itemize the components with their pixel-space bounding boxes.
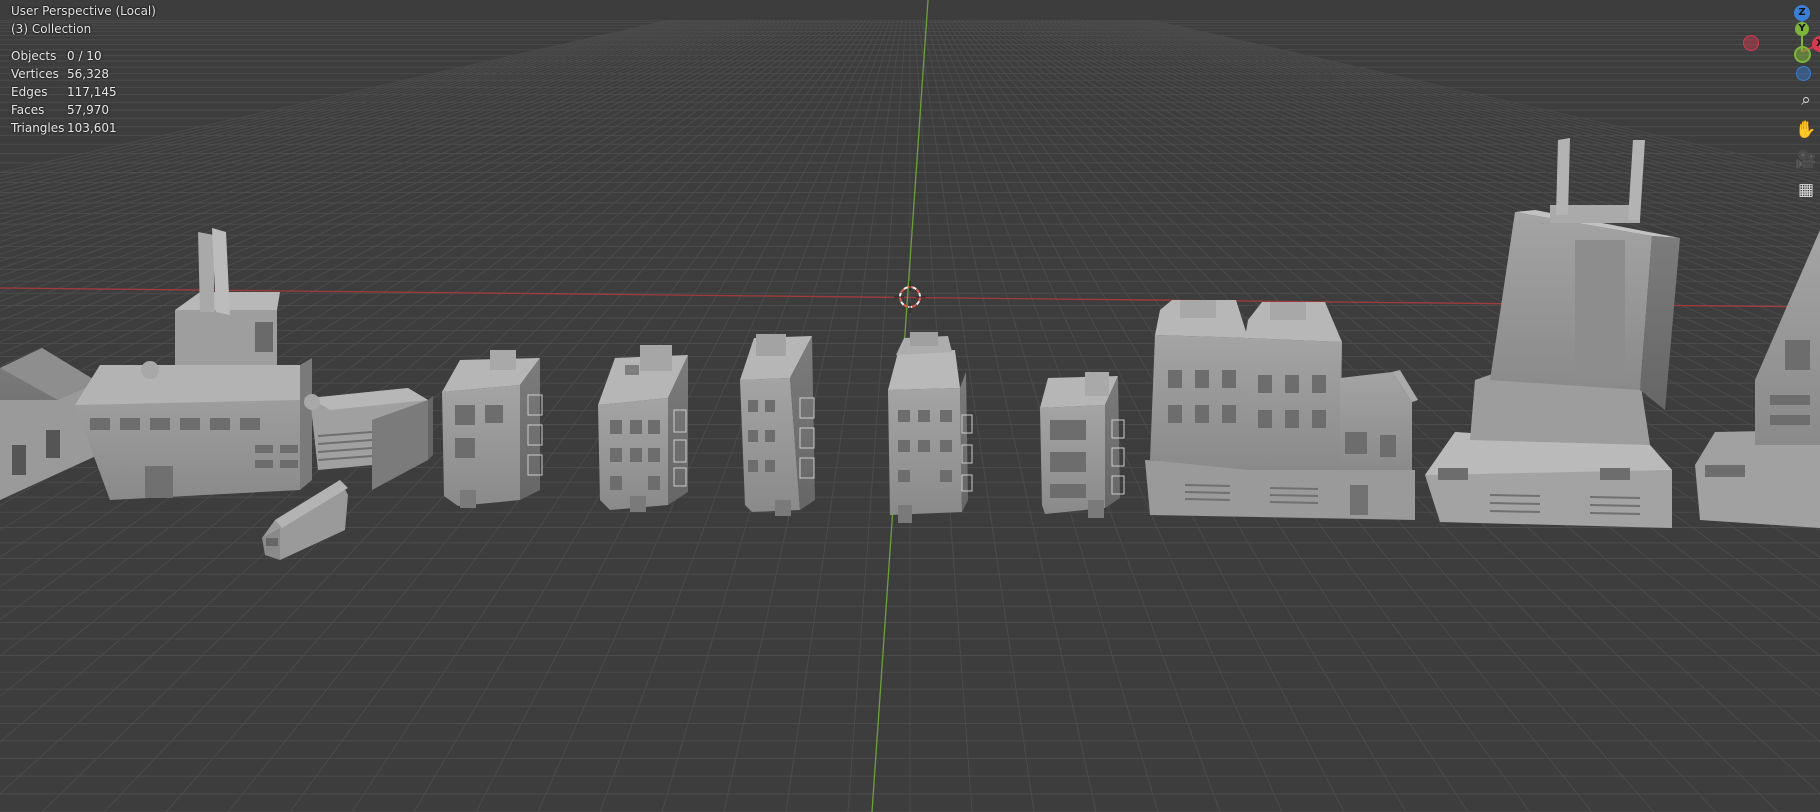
stat-label: Faces — [11, 103, 45, 117]
building-factory[interactable] — [75, 228, 433, 500]
stat-row-edges: Edges 117,145 — [11, 83, 117, 101]
building-tower-partial[interactable] — [1695, 230, 1820, 528]
stat-value: 57,970 — [67, 103, 109, 117]
pan-hand-icon[interactable]: ✋ — [1792, 116, 1820, 144]
stat-label: Vertices — [11, 67, 59, 81]
stat-row-faces: Faces 57,970 — [11, 101, 117, 119]
collection-label: (3) Collection — [11, 22, 92, 36]
stat-value: 0 / 10 — [67, 49, 102, 63]
building-apartment-center[interactable] — [888, 332, 973, 523]
vehicle-truck[interactable] — [262, 480, 348, 560]
building-apartment-1[interactable] — [442, 350, 543, 508]
navigation-gizmo[interactable]: Z Y X — [1740, 0, 1820, 90]
stat-label: Triangles — [11, 121, 65, 135]
building-twin-block[interactable] — [1145, 300, 1418, 520]
viewport-nav-tools: ⌕ ✋ 🎥 ▦ — [1790, 86, 1820, 206]
view-perspective-label: User Perspective (Local) — [11, 4, 156, 18]
building-apartment-2[interactable] — [598, 345, 688, 512]
stat-label: Edges — [11, 85, 48, 99]
viewport-info: User Perspective (Local) (3) Collection — [11, 2, 156, 38]
gizmo-z-axis[interactable]: Z — [1794, 5, 1810, 21]
3d-viewport[interactable]: User Perspective (Local) (3) Collection … — [0, 0, 1820, 812]
stat-value: 56,328 — [67, 67, 109, 81]
stat-row-objects: Objects 0 / 10 — [11, 47, 117, 65]
gizmo-y-axis[interactable]: Y — [1795, 22, 1809, 36]
zoom-icon[interactable]: ⌕ — [1792, 86, 1820, 114]
camera-icon[interactable]: 🎥 — [1792, 146, 1820, 174]
stat-label: Objects — [11, 49, 57, 63]
grid-view-icon[interactable]: ▦ — [1792, 176, 1820, 204]
building-apartment-3[interactable] — [740, 334, 815, 516]
gizmo-neg-z-axis[interactable] — [1796, 66, 1811, 81]
scene-canvas[interactable] — [0, 0, 1820, 812]
stat-value: 103,601 — [67, 121, 117, 135]
gizmo-neg-y-axis[interactable] — [1794, 46, 1811, 63]
stat-row-triangles: Triangles 103,601 — [11, 119, 117, 137]
stat-row-vertices: Vertices 56,328 — [11, 65, 117, 83]
building-apartment-4[interactable] — [1040, 372, 1125, 518]
scene-statistics: Objects 0 / 10 Vertices 56,328 Edges 117,14… — [11, 47, 117, 137]
stat-value: 117,145 — [67, 85, 117, 99]
gizmo-neg-x-axis[interactable] — [1743, 35, 1759, 51]
